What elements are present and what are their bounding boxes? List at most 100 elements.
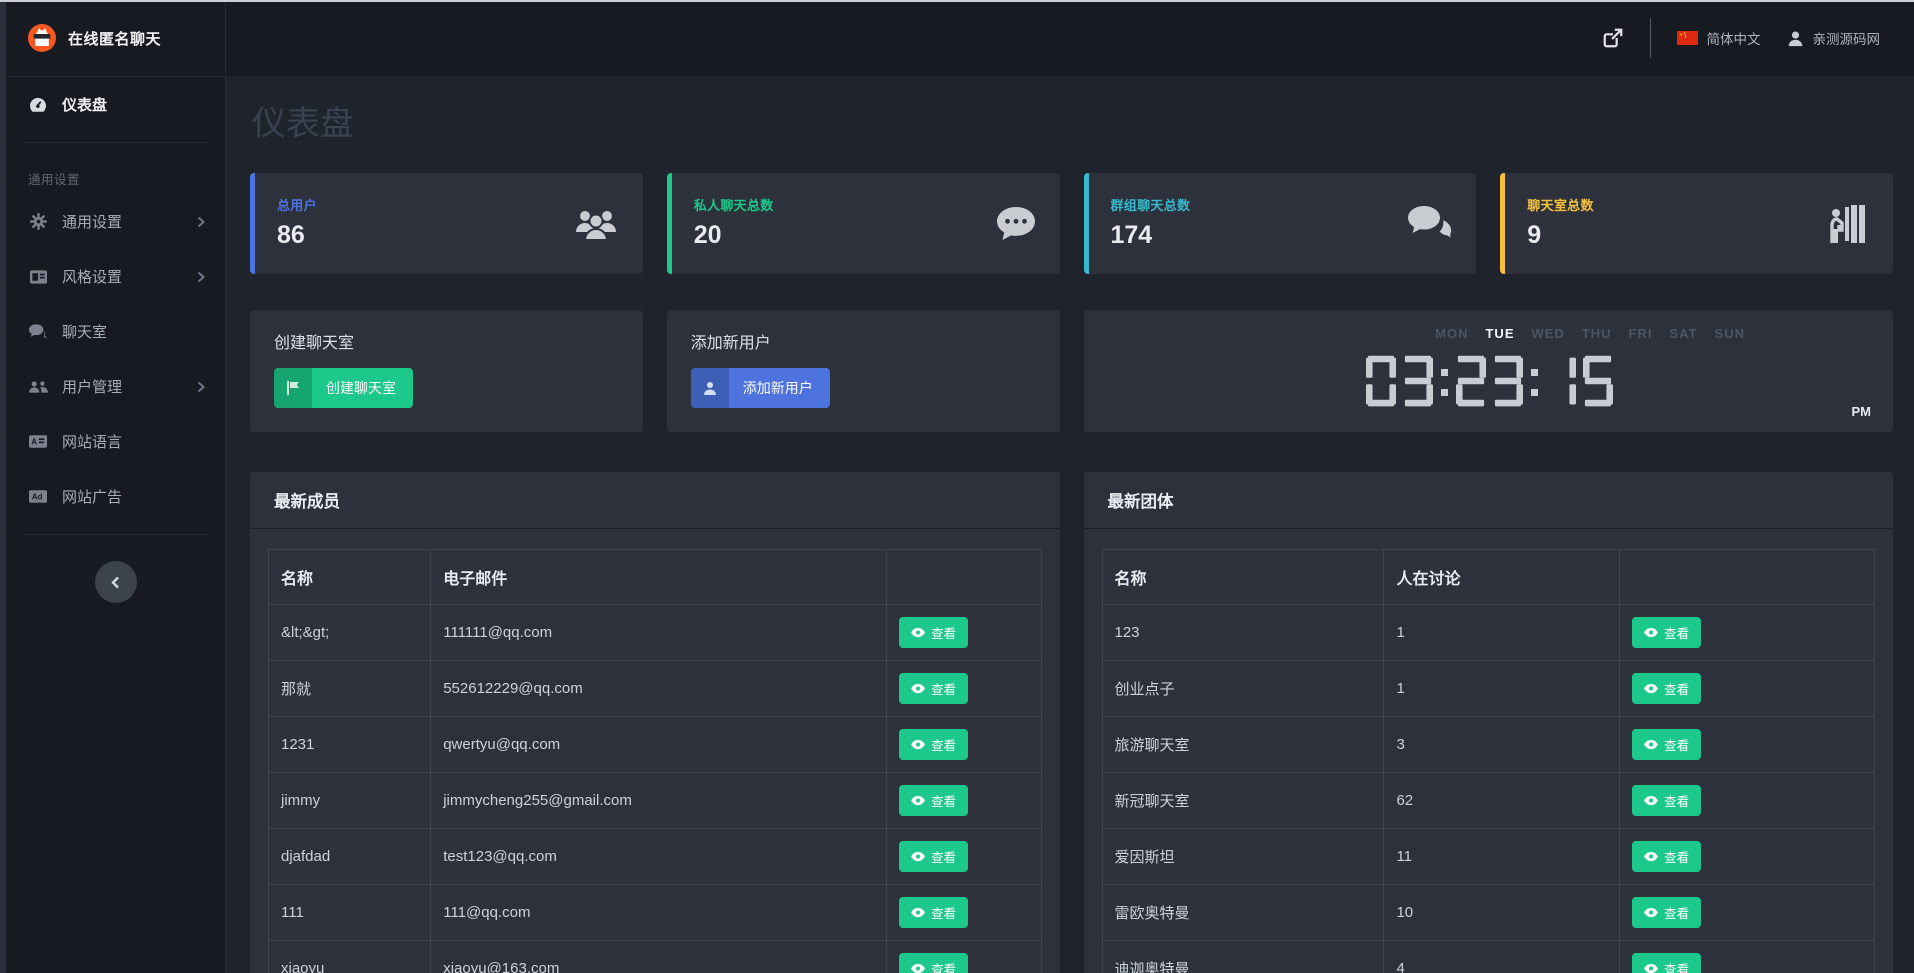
sidebar-item-site-language[interactable]: A 网站语言 [6,414,225,469]
column-header: 名称 [1102,550,1384,605]
add-user-title: 添加新用户 [691,329,1036,353]
sidebar-item-chat-rooms[interactable]: 聊天室 [6,304,225,359]
cell-talking: 1 [1384,661,1620,717]
window-top-edge [0,0,1914,2]
ad-icon: Ad [28,490,48,503]
sidebar-item-label: 风格设置 [62,266,122,287]
sidebar-item-general-settings[interactable]: 通用设置 [6,194,225,249]
clock-digit [1366,354,1396,408]
view-button[interactable]: 查看 [1632,897,1701,928]
cell-name: xiaoyu [269,941,431,973]
sidebar-section-label: 通用设置 [6,153,225,194]
stat-label: 总用户 [277,195,621,214]
view-button[interactable]: 查看 [1632,841,1701,872]
column-header: 名称 [269,550,431,605]
column-header: 人在讨论 [1384,550,1620,605]
digital-clock-card: MONTUEWEDTHUFRISATSUN PM [1084,310,1894,432]
view-button[interactable]: 查看 [899,841,968,872]
sidebar-item-label: 仪表盘 [62,94,107,115]
view-button[interactable]: 查看 [899,673,968,704]
door-enter-icon [1829,205,1869,243]
brand[interactable]: 在线匿名聊天 [6,0,225,76]
view-button[interactable]: 查看 [1632,617,1701,648]
view-button[interactable]: 查看 [899,617,968,648]
stats-row: 总用户 86 私人聊天总数 20 [250,173,1893,274]
create-room-button[interactable]: 创建聊天室 [274,368,413,408]
sidebar-item-dashboard[interactable]: 仪表盘 [6,77,225,132]
view-button-label: 查看 [1664,791,1689,810]
groups-table: 名称人在讨论 1231查看创业点子1查看旅游聊天室3查看新冠聊天室62查看爱因斯… [1102,549,1876,973]
user-menu[interactable]: 亲测源码网 [1787,28,1881,48]
eye-icon [911,851,925,862]
cell-email: xiaoyu@163.com [431,941,887,973]
view-button[interactable]: 查看 [1632,673,1701,704]
view-button[interactable]: 查看 [899,897,968,928]
stat-label: 群组聊天总数 [1111,195,1455,214]
clock-meridiem: PM [1852,404,1872,419]
sidebar-item-label: 网站广告 [62,486,122,507]
tables-row: 最新成员 名称电子邮件 &lt;&gt;111111@qq.com查看那就552… [250,472,1893,973]
user-icon [1787,30,1804,47]
external-link-button[interactable] [1602,27,1624,49]
cell-talking: 10 [1384,885,1620,941]
view-button[interactable]: 查看 [1632,729,1701,760]
sidebar-nav: 仪表盘 通用设置 [6,77,225,524]
chat-bubbles-icon [28,324,48,339]
clock-digit [1583,354,1613,408]
cell-action: 查看 [1620,773,1875,829]
cell-action: 查看 [886,829,1041,885]
view-button[interactable]: 查看 [899,729,968,760]
cell-action: 查看 [886,885,1041,941]
sidebar-item-label: 用户管理 [62,376,122,397]
cell-action: 查看 [1620,661,1875,717]
cell-talking: 1 [1384,605,1620,661]
cell-name: 迪迦奥特曼 [1102,941,1384,973]
add-user-card: 添加新用户 添加新用户 [667,310,1060,432]
chevron-right-icon [197,271,205,283]
eye-icon [1644,907,1658,918]
sidebar-item-site-ads[interactable]: Ad 网站广告 [6,469,225,524]
view-button[interactable]: 查看 [1632,785,1701,816]
add-user-button[interactable]: 添加新用户 [691,368,830,408]
cell-action: 查看 [1620,717,1875,773]
table-row: djafdadtest123@qq.com查看 [269,829,1042,885]
stat-card-group-chats: 群组聊天总数 174 [1084,173,1477,274]
view-button[interactable]: 查看 [899,953,968,973]
view-button[interactable]: 查看 [899,785,968,816]
table-header-row: 名称人在讨论 [1102,550,1875,605]
add-user-button-label: 添加新用户 [729,368,830,408]
table-row: 爱因斯坦11查看 [1102,829,1875,885]
cell-name: 111 [269,885,431,941]
view-button[interactable]: 查看 [1632,953,1701,973]
cell-action: 查看 [886,605,1041,661]
create-room-card: 创建聊天室 创建聊天室 [250,310,643,432]
table-row: jimmyjimmycheng255@gmail.com查看 [269,773,1042,829]
cell-email: 111111@qq.com [431,605,887,661]
table-row: xiaoyuxiaoyu@163.com 查看 [269,941,1042,973]
cell-name: 123 [1102,605,1384,661]
topbar-divider [1650,18,1651,58]
sidebar-item-style-settings[interactable]: 风格设置 [6,249,225,304]
cell-action: 查看 [1620,941,1875,973]
stat-value: 9 [1527,221,1871,250]
view-button-label: 查看 [1664,679,1689,698]
cell-name: &lt;&gt; [269,605,431,661]
cell-name: djafdad [269,829,431,885]
clock-day: TUE [1485,326,1514,341]
eye-icon [1644,851,1658,862]
brand-title: 在线匿名聊天 [68,28,161,49]
latest-groups-card: 最新团体 名称人在讨论 1231查看创业点子1查看旅游聊天室3查看新冠聊天室62… [1084,472,1894,973]
content: 仪表盘 总用户 86 [226,76,1914,973]
stat-value: 174 [1111,221,1455,250]
view-button-label: 查看 [1664,735,1689,754]
eye-icon [1644,963,1658,973]
language-selector[interactable]: 简体中文 [1677,28,1761,48]
stat-card-total-users: 总用户 86 [250,173,643,274]
cell-name: 1231 [269,717,431,773]
svg-text:Ad: Ad [32,493,43,502]
eye-icon [911,683,925,694]
sidebar-collapse-button[interactable] [95,561,137,603]
sidebar-item-user-management[interactable]: 用户管理 [6,359,225,414]
cell-talking: 4 [1384,941,1620,973]
view-button-label: 查看 [931,903,956,922]
